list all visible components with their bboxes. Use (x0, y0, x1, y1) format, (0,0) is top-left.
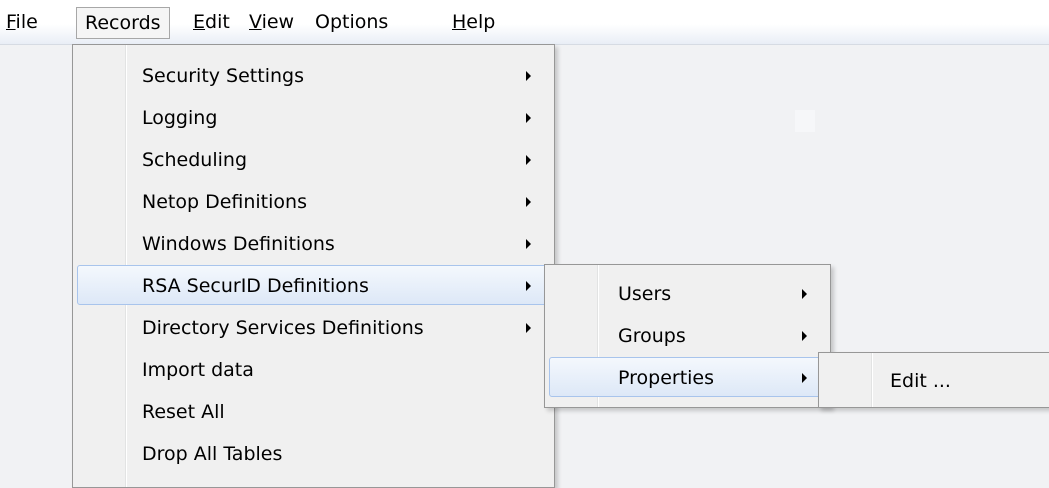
background-artifact (795, 110, 815, 132)
menu-edit-mnemonic: E (193, 11, 206, 33)
menu-records[interactable]: Records (76, 7, 170, 39)
submenu-arrow-icon (526, 155, 531, 165)
menu-item-netop-definitions[interactable]: Netop Definitions (77, 181, 550, 221)
menu-bar: File Records Edit View Options Help (0, 0, 1049, 45)
menu-item-rsa-securid-definitions[interactable]: RSA SecurID Definitions (77, 265, 550, 305)
submenu-arrow-icon (526, 113, 531, 123)
menu-item-label: Edit ... (890, 370, 951, 392)
submenu-arrow-icon (526, 281, 531, 291)
menu-help-label: elp (466, 11, 496, 33)
menu-item-label: Windows Definitions (142, 233, 335, 255)
menu-item-label: Properties (618, 367, 715, 389)
menu-item-label: Groups (618, 325, 686, 347)
menu-item-import-data[interactable]: Import data (77, 349, 550, 389)
records-menu: Security Settings Logging Scheduling Net… (72, 44, 555, 488)
menu-item-directory-services-definitions[interactable]: Directory Services Definitions (77, 307, 550, 347)
menu-item-label: Logging (142, 107, 218, 129)
menu-edit[interactable]: Edit (193, 3, 230, 41)
menu-item-label: Netop Definitions (142, 191, 307, 213)
menu-view-label: iew (261, 11, 295, 33)
menu-view[interactable]: View (249, 3, 294, 41)
menu-item-logging[interactable]: Logging (77, 97, 550, 137)
submenu-arrow-icon (802, 373, 807, 383)
menu-item-groups[interactable]: Groups (549, 315, 826, 355)
menu-item-label: Import data (142, 359, 254, 381)
menu-edit-label: dit (205, 11, 230, 33)
menu-item-label: Drop All Tables (142, 443, 283, 465)
menu-file-mnemonic: F (6, 11, 16, 33)
menu-item-label: Security Settings (142, 65, 304, 87)
menu-item-properties[interactable]: Properties (549, 357, 826, 397)
menu-options-label: Options (315, 11, 389, 33)
menu-item-reset-all[interactable]: Reset All (77, 391, 550, 431)
menu-view-mnemonic: V (249, 11, 262, 33)
menu-item-edit[interactable]: Edit ... (823, 360, 1049, 400)
submenu-arrow-icon (802, 331, 807, 341)
submenu-arrow-icon (526, 239, 531, 249)
menu-item-drop-all-tables[interactable]: Drop All Tables (77, 433, 550, 473)
menu-file[interactable]: File (6, 3, 38, 41)
properties-submenu: Edit ... (818, 352, 1049, 408)
submenu-arrow-icon (526, 323, 531, 333)
menu-item-label: Reset All (142, 401, 225, 423)
rsa-securid-submenu: Users Groups Properties (544, 264, 831, 408)
menu-item-security-settings[interactable]: Security Settings (77, 55, 550, 95)
submenu-arrow-icon (802, 289, 807, 299)
menu-help-mnemonic: H (452, 11, 467, 33)
menu-item-label: Directory Services Definitions (142, 317, 424, 339)
menu-item-windows-definitions[interactable]: Windows Definitions (77, 223, 550, 263)
menu-item-label: Scheduling (142, 149, 248, 171)
menu-item-scheduling[interactable]: Scheduling (77, 139, 550, 179)
submenu-arrow-icon (526, 71, 531, 81)
menu-records-label: Records (85, 12, 161, 34)
menu-file-label: ile (15, 11, 38, 33)
menu-options[interactable]: Options (315, 3, 388, 41)
menu-help[interactable]: Help (452, 3, 495, 41)
menu-item-label: Users (618, 283, 672, 305)
submenu-arrow-icon (526, 197, 531, 207)
menu-item-users[interactable]: Users (549, 273, 826, 313)
menu-item-label: RSA SecurID Definitions (142, 275, 369, 297)
